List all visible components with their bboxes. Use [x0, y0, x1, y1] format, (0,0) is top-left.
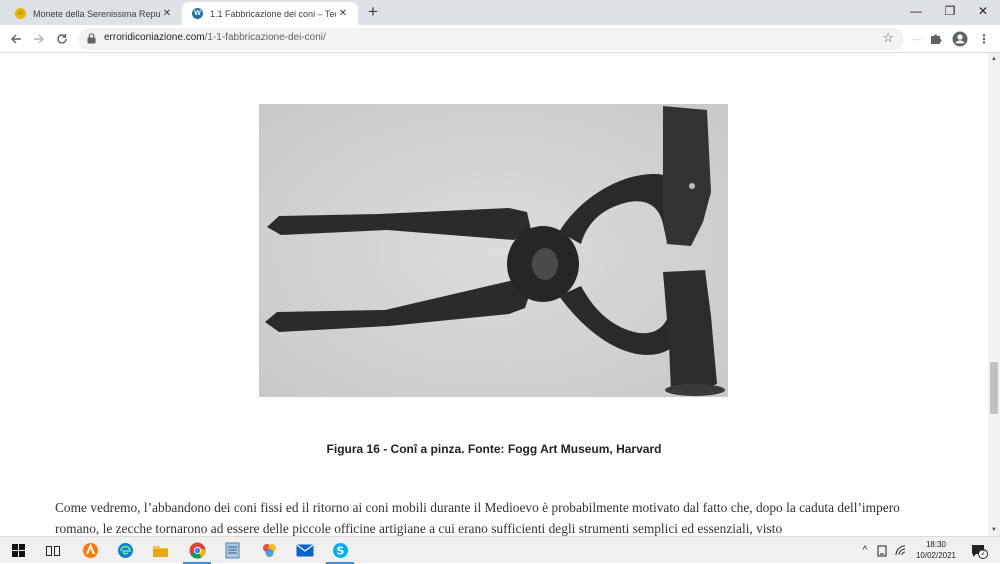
svg-text:S: S: [336, 545, 344, 558]
restore-button[interactable]: ❐: [933, 0, 967, 25]
address-bar[interactable]: erroridiconiazione.com/1-1-fabbricazione…: [78, 28, 904, 50]
reload-icon: [57, 34, 67, 44]
skype-icon: S: [332, 543, 348, 558]
notepad-icon: [225, 542, 239, 559]
forward-button[interactable]: [29, 29, 49, 49]
tab-title: 1.1 Fabbricazione dei coni – Tecn: [210, 8, 336, 19]
file-explorer-icon: [152, 546, 168, 557]
mail-icon: [296, 544, 314, 557]
tray-device-icon[interactable]: [874, 537, 890, 564]
show-hidden-icons-button[interactable]: ^: [858, 537, 872, 564]
skype-app[interactable]: S: [323, 537, 357, 564]
close-tab-icon[interactable]: ✕: [336, 8, 350, 19]
chevron-up-icon: ^: [862, 545, 868, 556]
page-content: Figura 16 - Conî a pinza. Fonte: Fogg Ar…: [0, 53, 988, 536]
bookmark-star-icon[interactable]: ☆: [882, 30, 894, 46]
minimize-button[interactable]: —: [899, 0, 933, 25]
forward-arrow-icon: [34, 34, 44, 44]
task-view-icon: [46, 545, 60, 556]
wifi-icon: [895, 545, 906, 556]
wifi-button[interactable]: [893, 537, 909, 564]
windows-taskbar: S ^ 18:30 10/02/2021 2: [0, 536, 1000, 564]
tab-strip: ☺ Monete della Serenissima Repub ✕ W 1.1…: [0, 0, 1000, 25]
avatar-icon: [952, 31, 968, 47]
file-explorer-app[interactable]: [143, 537, 177, 564]
scroll-down-arrow-icon[interactable]: ▼: [988, 524, 1000, 536]
close-tab-icon[interactable]: ✕: [160, 8, 174, 19]
tab-title: Monete della Serenissima Repub: [33, 8, 160, 19]
extensions-puzzle-button[interactable]: [926, 29, 946, 49]
clock-date: 10/02/2021: [915, 551, 957, 560]
windows-start-icon: [11, 544, 25, 557]
back-arrow-icon: [11, 34, 21, 44]
extension-separator-icon: —: [912, 34, 922, 44]
browser-menu-icon[interactable]: ⋮: [974, 29, 994, 49]
clock-time: 18:30: [925, 540, 947, 549]
tab-monete[interactable]: ☺ Monete della Serenissima Repub ✕: [5, 2, 182, 25]
tab-fabbricazione[interactable]: W 1.1 Fabbricazione dei coni – Tecn ✕: [182, 2, 358, 25]
notification-center-button[interactable]: 2: [966, 537, 990, 564]
new-tab-button[interactable]: +: [364, 3, 382, 21]
avast-icon: [82, 543, 98, 558]
figure-caption: Figura 16 - Conî a pinza. Fonte: Fogg Ar…: [326, 442, 662, 456]
edge-app[interactable]: [108, 537, 142, 564]
url-host: erroridiconiazione.com: [104, 32, 205, 43]
reload-button[interactable]: [52, 29, 72, 49]
windows-start-button[interactable]: [1, 537, 35, 564]
back-button[interactable]: [6, 29, 26, 49]
photos-icon: [262, 544, 276, 557]
pliers-die-photo: [259, 104, 728, 397]
chrome-icon: [189, 542, 205, 559]
profile-avatar-button[interactable]: [950, 29, 970, 49]
tablet-icon: [877, 545, 887, 556]
page-scrollbar[interactable]: ▲ ▼: [988, 53, 1000, 536]
url-text: erroridiconiazione.com/1-1-fabbricazione…: [104, 32, 326, 43]
edge-icon: [117, 543, 133, 558]
scroll-up-arrow-icon[interactable]: ▲: [988, 53, 1000, 65]
puzzle-icon: [931, 34, 942, 44]
photos-app[interactable]: [252, 537, 286, 564]
lock-icon: [87, 33, 96, 44]
avast-app[interactable]: [73, 537, 107, 564]
task-view-button[interactable]: [36, 537, 70, 564]
notification-count-badge: 2: [978, 549, 988, 559]
wordpress-icon: W: [192, 8, 203, 19]
scroll-thumb[interactable]: [990, 362, 998, 414]
browser-toolbar: erroridiconiazione.com/1-1-fabbricazione…: [0, 25, 1000, 53]
article-paragraph: Come vedremo, l’abbandono dei coni fissi…: [55, 500, 900, 536]
url-path: /1-1-fabbricazione-dei-coni/: [204, 32, 326, 43]
notepad-app[interactable]: [215, 537, 249, 564]
pliers-drawing: [259, 104, 728, 397]
smiley-coin-icon: ☺: [15, 8, 26, 19]
taskbar-clock[interactable]: 18:30 10/02/2021: [910, 539, 962, 561]
close-window-button[interactable]: ✕: [966, 0, 1000, 25]
chrome-app[interactable]: [180, 537, 214, 564]
mail-app[interactable]: [288, 537, 322, 564]
